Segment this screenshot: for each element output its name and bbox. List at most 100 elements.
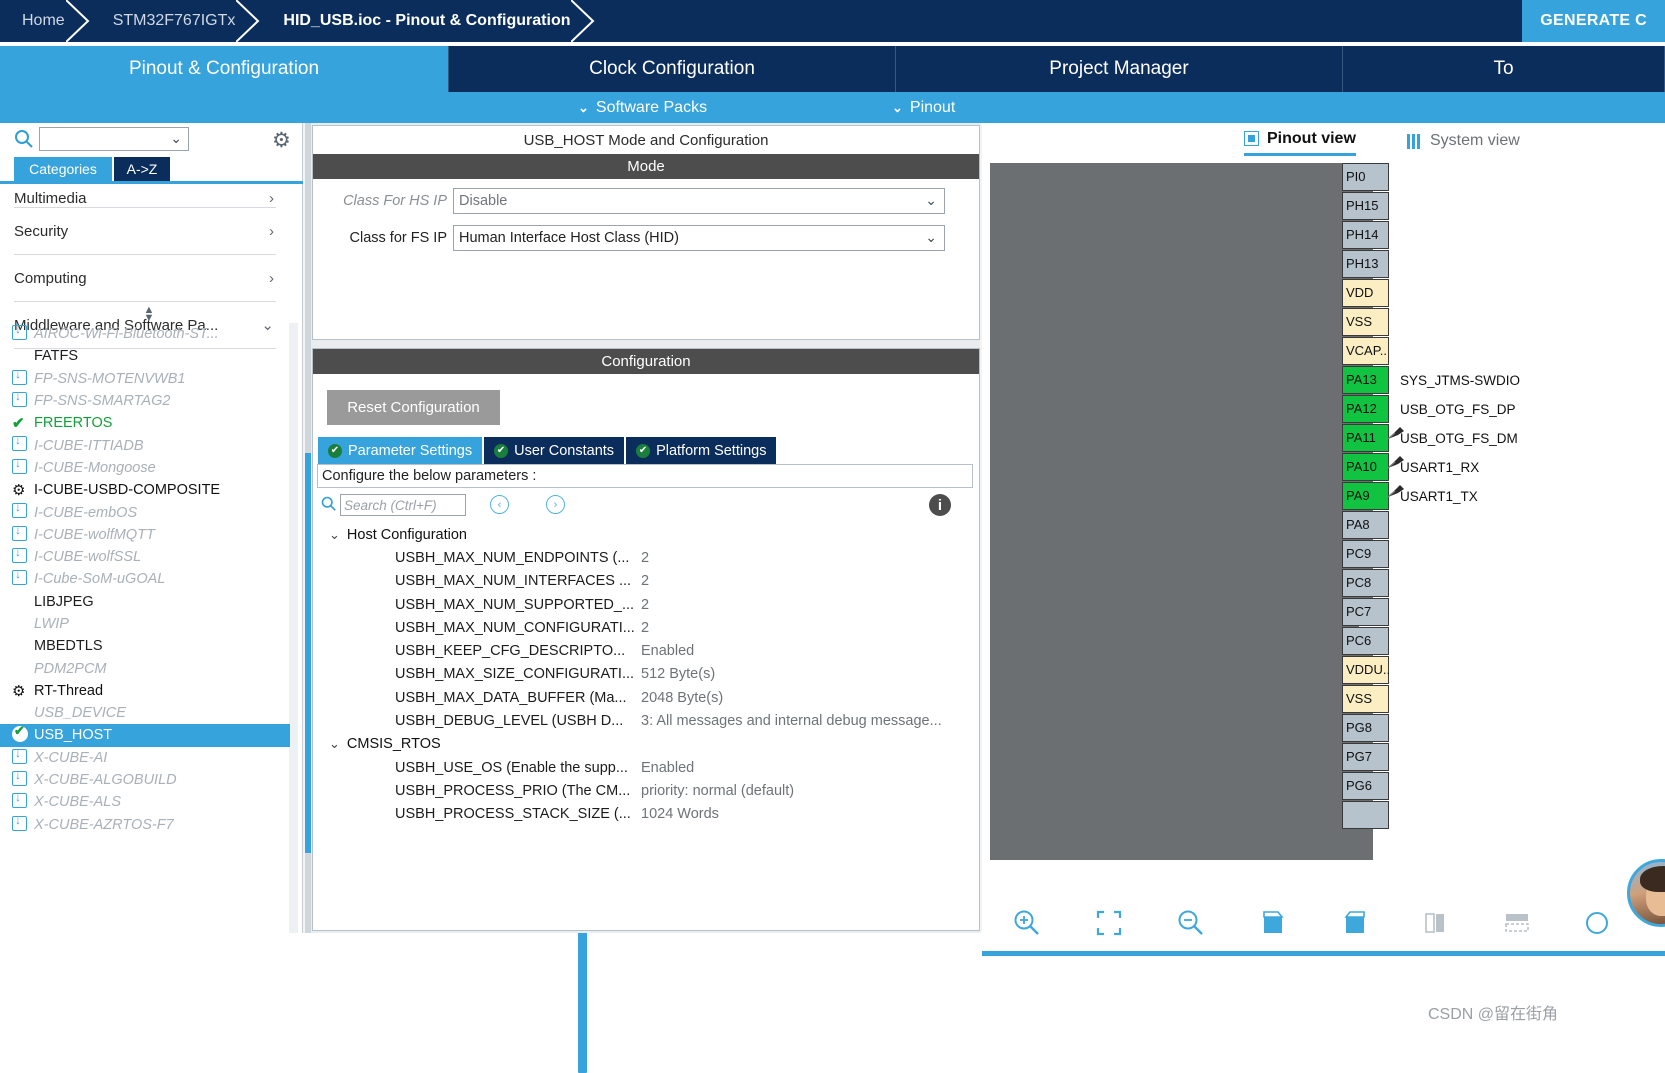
menu-pinout[interactable]: ⌄ Pinout <box>892 92 955 123</box>
parameter-row[interactable]: USBH_MAX_DATA_BUFFER (Ma... 2048 Byte(s) <box>317 686 973 709</box>
ip-list-item[interactable]: MBEDTLS <box>0 635 290 657</box>
ip-list-item[interactable]: I-CUBE-Mongoose <box>0 456 290 479</box>
chip-pin[interactable]: PG6 <box>1342 772 1389 800</box>
ip-list-item[interactable]: I-CUBE-wolfMQTT <box>0 523 290 546</box>
center-scrollbar-track[interactable] <box>305 123 311 933</box>
ip-search-input[interactable]: ⌄ <box>39 127 189 151</box>
chip-pin[interactable]: PH13 <box>1342 250 1389 278</box>
reset-configuration-button[interactable]: Reset Configuration <box>327 390 500 425</box>
chip-pin[interactable]: VDDU.. <box>1342 656 1390 684</box>
tab-system-view[interactable]: System view <box>1407 126 1520 156</box>
parameter-group-header[interactable]: ⌄ Host Configuration <box>317 523 973 546</box>
chip-pin[interactable]: PC7 <box>1342 598 1389 626</box>
category-security[interactable]: Security › <box>14 208 276 255</box>
parameter-value[interactable]: 1024 Words <box>641 806 719 822</box>
menu-software-packs[interactable]: ⌄ Software Packs <box>578 92 707 123</box>
parameter-row[interactable]: USBH_MAX_NUM_ENDPOINTS (... 2 <box>317 546 973 569</box>
breadcrumb-item-home[interactable]: Home <box>0 0 91 42</box>
ip-list-item[interactable]: USB_DEVICE <box>0 702 290 724</box>
parameter-search-input[interactable]: Search (Ctrl+F) <box>340 494 466 516</box>
parameter-row[interactable]: USBH_MAX_NUM_INTERFACES ... 2 <box>317 570 973 593</box>
tab-user-constants[interactable]: ✔ User Constants <box>484 437 625 464</box>
parameter-row[interactable]: USBH_MAX_SIZE_CONFIGURATI... 512 Byte(s) <box>317 663 973 686</box>
ip-list-item[interactable]: I-CUBE-wolfSSL <box>0 545 290 568</box>
chevron-right-circle-icon[interactable]: › <box>546 495 565 514</box>
chip-pin[interactable]: VCAP.. <box>1342 337 1389 365</box>
chip-pin[interactable]: VSS <box>1342 308 1389 336</box>
chip-pin[interactable]: PH14 <box>1342 221 1389 249</box>
chip-pin[interactable]: PA9 <box>1342 482 1389 510</box>
gear-icon[interactable]: ⚙ <box>272 128 291 153</box>
chip-pin[interactable]: PI0 <box>1342 163 1389 191</box>
chip-pin[interactable]: PA12 <box>1342 395 1389 423</box>
ip-list-item[interactable]: I-Cube-SoM-uGOAL <box>0 567 290 590</box>
ip-list-item[interactable]: FP-SNS-MOTENVWB1 <box>0 367 290 390</box>
ip-list-item[interactable]: LIBJPEG <box>0 591 290 613</box>
parameter-group-header[interactable]: ⌄ CMSIS_RTOS <box>317 733 973 756</box>
fit-to-screen-icon[interactable] <box>1094 908 1124 943</box>
category-multimedia[interactable]: Multimedia › <box>14 184 276 208</box>
ip-list-item[interactable]: FP-SNS-SMARTAG2 <box>0 389 290 412</box>
ip-list-item[interactable]: X-CUBE-ALS <box>0 790 290 813</box>
ip-list-item[interactable]: FATFS <box>0 345 290 367</box>
zoom-in-icon[interactable] <box>1012 908 1042 943</box>
class-for-fs-ip-select[interactable]: Human Interface Host Class (HID) ⌄ <box>453 224 945 251</box>
chip-pin[interactable] <box>1342 801 1389 829</box>
tab-a-to-z[interactable]: A->Z <box>114 157 170 181</box>
parameter-value[interactable]: Enabled <box>641 643 694 659</box>
parameter-row[interactable]: USBH_MAX_NUM_SUPPORTED_... 2 <box>317 593 973 616</box>
parameter-value[interactable]: 2048 Byte(s) <box>641 690 723 706</box>
parameter-row[interactable]: USBH_PROCESS_STACK_SIZE (... 1024 Words <box>317 803 973 826</box>
rotate-right-icon[interactable] <box>1258 908 1288 943</box>
chevron-left-circle-icon[interactable]: ‹ <box>490 495 509 514</box>
tab-parameter-settings[interactable]: ✔ Parameter Settings <box>318 437 483 464</box>
parameter-value[interactable]: Enabled <box>641 760 694 776</box>
tab-tools[interactable]: To <box>1343 46 1665 92</box>
category-computing[interactable]: Computing › <box>14 255 276 302</box>
ip-list-scrollbar-track[interactable] <box>289 323 587 1073</box>
parameter-row[interactable]: USBH_USE_OS (Enable the supp... Enabled <box>317 756 973 779</box>
tab-clock-configuration[interactable]: Clock Configuration <box>449 46 896 92</box>
layout-icon[interactable] <box>1502 908 1532 943</box>
ip-list-item[interactable]: X-CUBE-ALGOBUILD <box>0 768 290 791</box>
chip-pin[interactable]: PG7 <box>1342 743 1389 771</box>
parameter-row[interactable]: USBH_MAX_NUM_CONFIGURATI... 2 <box>317 616 973 639</box>
more-icon[interactable] <box>1582 908 1612 943</box>
ip-list-item[interactable]: ✔ FREERTOS <box>0 412 290 434</box>
parameter-row[interactable]: USBH_PROCESS_PRIO (The CM... priority: no… <box>317 779 973 802</box>
center-scrollbar-thumb[interactable] <box>305 453 311 853</box>
tab-project-manager[interactable]: Project Manager <box>896 46 1343 92</box>
parameter-row[interactable]: USBH_DEBUG_LEVEL (USBH D... 3: All messag… <box>317 709 973 732</box>
chip-pin[interactable]: PC6 <box>1342 627 1389 655</box>
sort-toggle-icon[interactable]: ▲ ▼ <box>140 305 158 324</box>
ip-list-item[interactable]: I-CUBE-ITTIADB <box>0 433 290 456</box>
ip-list-item[interactable]: AIROC-Wi-Fi-Bluetooth-ST... <box>0 322 290 345</box>
ip-list-item[interactable]: X-CUBE-AZRTOS-F7 <box>0 813 290 836</box>
parameter-row[interactable]: USBH_KEEP_CFG_DESCRIPTO... Enabled <box>317 639 973 662</box>
parameter-value[interactable]: priority: normal (default) <box>641 783 794 799</box>
parameter-value[interactable]: 512 Byte(s) <box>641 666 715 682</box>
tab-pinout-view[interactable]: Pinout view <box>1244 126 1356 156</box>
parameter-value[interactable]: 2 <box>641 550 649 566</box>
tab-categories[interactable]: Categories <box>14 157 112 181</box>
split-view-icon[interactable] <box>1422 908 1452 943</box>
parameter-value[interactable]: 2 <box>641 597 649 613</box>
tab-platform-settings[interactable]: ✔ Platform Settings <box>626 437 777 464</box>
ip-list-item[interactable]: X-CUBE-AI <box>0 746 290 769</box>
tab-pinout-configuration[interactable]: Pinout & Configuration <box>0 46 449 92</box>
parameter-value[interactable]: 3: All messages and internal debug messa… <box>641 713 942 729</box>
parameter-value[interactable]: 2 <box>641 620 649 636</box>
class-for-hs-ip-select[interactable]: Disable ⌄ <box>453 187 945 214</box>
generate-code-button[interactable]: GENERATE C <box>1522 0 1665 42</box>
chip-pin[interactable]: VSS <box>1342 685 1389 713</box>
ip-list-item[interactable]: PDM2PCM <box>0 657 290 679</box>
rotate-left-icon[interactable] <box>1340 908 1370 943</box>
parameter-value[interactable]: 2 <box>641 573 649 589</box>
ip-list-item[interactable]: LWIP <box>0 613 290 635</box>
ip-list-item[interactable]: ⚙ I-CUBE-USBD-COMPOSITE <box>0 479 290 501</box>
breadcrumb-item-device[interactable]: STM32F767IGTx <box>91 0 262 42</box>
chip-pin[interactable]: PA10 <box>1342 453 1389 481</box>
ip-list-item[interactable]: I-CUBE-embOS <box>0 500 290 523</box>
chip-pin[interactable]: PA11 <box>1342 424 1389 452</box>
chip-pin[interactable]: PC9 <box>1342 540 1389 568</box>
